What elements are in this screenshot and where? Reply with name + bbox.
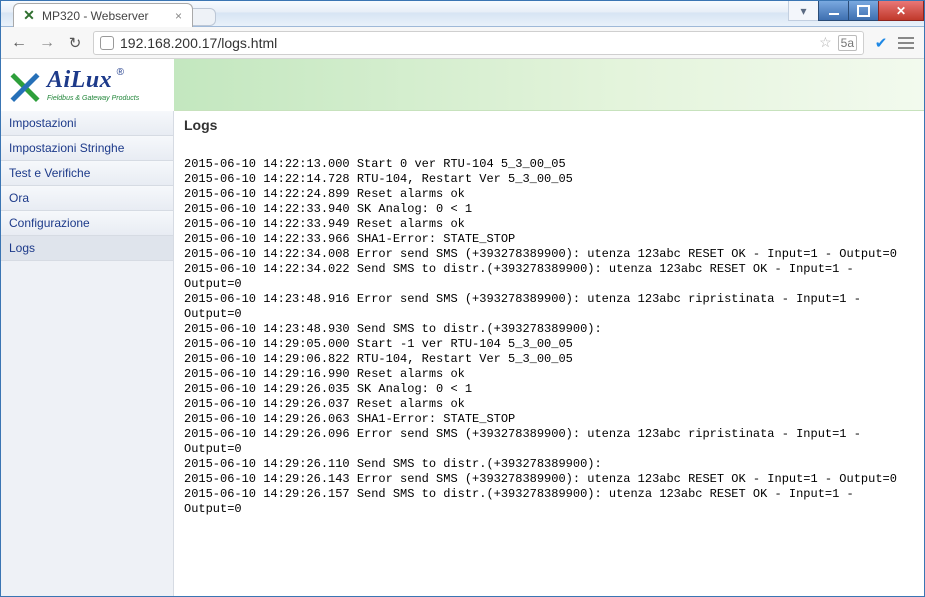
menu-button[interactable] <box>898 37 916 49</box>
logo-tagline: Fieldbus & Gateway Products <box>47 95 139 102</box>
address-bar[interactable]: 192.168.200.17/logs.html ☆ 5a <box>93 31 864 55</box>
browser-toolbar: ← → ↻ 192.168.200.17/logs.html ☆ 5a ✔ <box>1 27 924 59</box>
page-title: Logs <box>184 117 914 133</box>
sidebar-item-ora[interactable]: Ora <box>1 186 173 211</box>
bookmark-icon[interactable]: ☆ <box>819 34 832 51</box>
logo-brand: AiLux <box>47 67 112 93</box>
reload-button[interactable]: ↻ <box>65 33 85 53</box>
favicon-icon: ✕ <box>22 9 36 23</box>
sidebar: Impostazioni Impostazioni Stringhe Test … <box>1 111 174 596</box>
logo-reg: ® <box>117 67 124 78</box>
browser-window: ✕ MP320 - Webserver × ▾ ← → ↻ 192.168.20… <box>0 0 925 597</box>
tab-title: MP320 - Webserver <box>42 9 148 23</box>
page-viewport: AiLux ® Fieldbus & Gateway Products Impo… <box>1 59 924 596</box>
logo-mark-icon <box>7 67 43 103</box>
body-row: Impostazioni Impostazioni Stringhe Test … <box>1 111 924 596</box>
sidebar-item-configurazione[interactable]: Configurazione <box>1 211 173 236</box>
back-button[interactable]: ← <box>9 33 29 53</box>
window-dropdown-button[interactable]: ▾ <box>788 1 818 21</box>
window-close-button[interactable] <box>878 1 924 21</box>
sidebar-item-logs[interactable]: Logs <box>1 236 173 261</box>
browser-tab[interactable]: ✕ MP320 - Webserver × <box>13 3 193 27</box>
window-maximize-button[interactable] <box>848 1 878 21</box>
header-banner <box>174 59 924 111</box>
tab-strip: ✕ MP320 - Webserver × <box>13 3 216 27</box>
extension-icon[interactable]: ✔ <box>872 34 890 52</box>
sidebar-item-impostazioni[interactable]: Impostazioni <box>1 111 173 136</box>
url-text: 192.168.200.17/logs.html <box>120 35 277 51</box>
new-tab-button[interactable] <box>192 8 216 26</box>
titlebar: ✕ MP320 - Webserver × ▾ <box>1 1 924 27</box>
tab-close-icon[interactable]: × <box>175 9 182 23</box>
logo: AiLux ® Fieldbus & Gateway Products <box>1 59 174 111</box>
site-info-icon[interactable] <box>100 36 114 50</box>
sidebar-item-test-verifiche[interactable]: Test e Verifiche <box>1 161 173 186</box>
forward-button[interactable]: → <box>37 33 57 53</box>
window-controls: ▾ <box>788 1 924 21</box>
content-area: Logs 2015-06-10 14:22:13.000 Start 0 ver… <box>174 111 924 596</box>
log-output: 2015-06-10 14:22:13.000 Start 0 ver RTU-… <box>184 157 914 517</box>
translate-icon[interactable]: 5a <box>838 35 857 51</box>
window-minimize-button[interactable] <box>818 1 848 21</box>
header-row: AiLux ® Fieldbus & Gateway Products <box>1 59 924 111</box>
sidebar-item-impostazioni-stringhe[interactable]: Impostazioni Stringhe <box>1 136 173 161</box>
